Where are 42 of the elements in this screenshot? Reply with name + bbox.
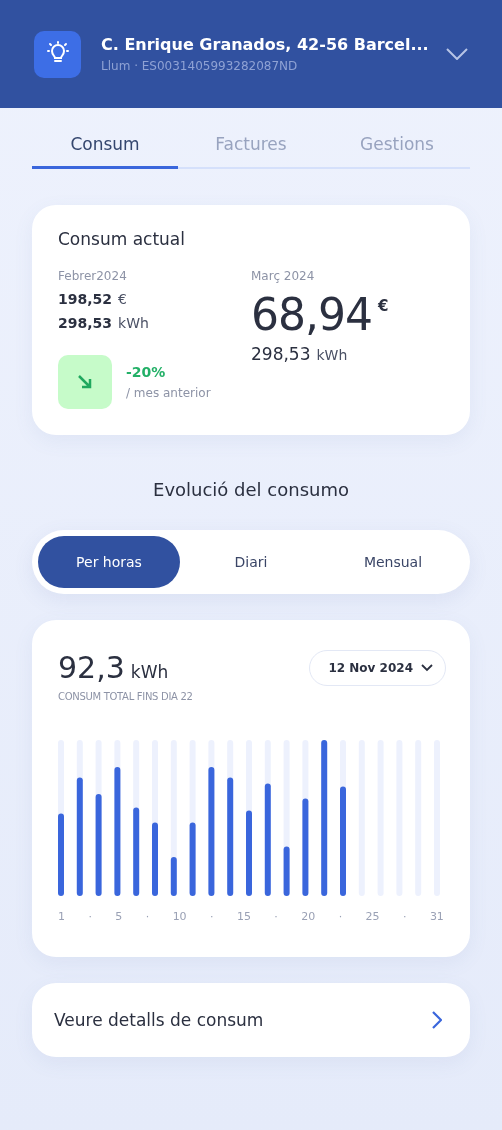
axis-label: 20 [301, 910, 316, 923]
trend-down-icon [58, 355, 112, 409]
total-usage: 92,3 [58, 650, 125, 685]
currency: € [118, 291, 127, 307]
axis-label: · [338, 910, 343, 923]
lightbulb-icon [34, 30, 81, 78]
period-option[interactable]: Diari [180, 536, 322, 588]
energy: 298,53 [58, 315, 113, 331]
change-percent: -20% [126, 364, 167, 380]
axis-label: 15 [236, 910, 251, 923]
chevron-down-icon [421, 664, 433, 672]
usage-unit: kWh [130, 662, 169, 682]
period-label: Febrer2024 [58, 269, 128, 283]
period-label: Març 2024 [251, 269, 316, 283]
axis-label: · [88, 910, 92, 923]
energy-unit: kWh [118, 315, 149, 331]
axis-label: · [210, 910, 214, 923]
axis-label: 25 [365, 910, 380, 923]
details-link[interactable]: Veure detalls de consum [32, 983, 470, 1057]
axis-label: 1 [58, 910, 65, 923]
amount: 198,52 [58, 291, 113, 307]
chevron-down-icon[interactable] [446, 48, 468, 60]
card-title: Consum actual [58, 229, 186, 249]
change-label: / mes anterior [126, 386, 211, 400]
axis-label: 10 [172, 910, 187, 923]
tab[interactable]: Consum [32, 134, 178, 169]
usage-caption: CONSUM TOTAL FINS DIA 22 [58, 691, 193, 702]
period-option[interactable]: Per horas [38, 536, 180, 588]
currency: € [377, 297, 389, 315]
section-title: Evolució del consumo [152, 479, 350, 500]
axis-label: 31 [429, 910, 444, 923]
supply-id: Llum · ES0031405993282087ND [101, 59, 299, 73]
axis-label: 5 [115, 910, 123, 923]
period-option[interactable]: Mensual [322, 536, 464, 588]
chevron-right-icon [432, 1011, 442, 1029]
axis-label: · [145, 910, 150, 923]
energy-unit: kWh [316, 347, 348, 363]
current-amount: 68,94 [251, 289, 372, 340]
energy: 298,53 [251, 344, 311, 364]
address-title: C. Enrique Granados, 42-56 Barcel... [101, 35, 426, 54]
axis-label: · [274, 910, 278, 923]
axis-label: · [402, 910, 407, 923]
